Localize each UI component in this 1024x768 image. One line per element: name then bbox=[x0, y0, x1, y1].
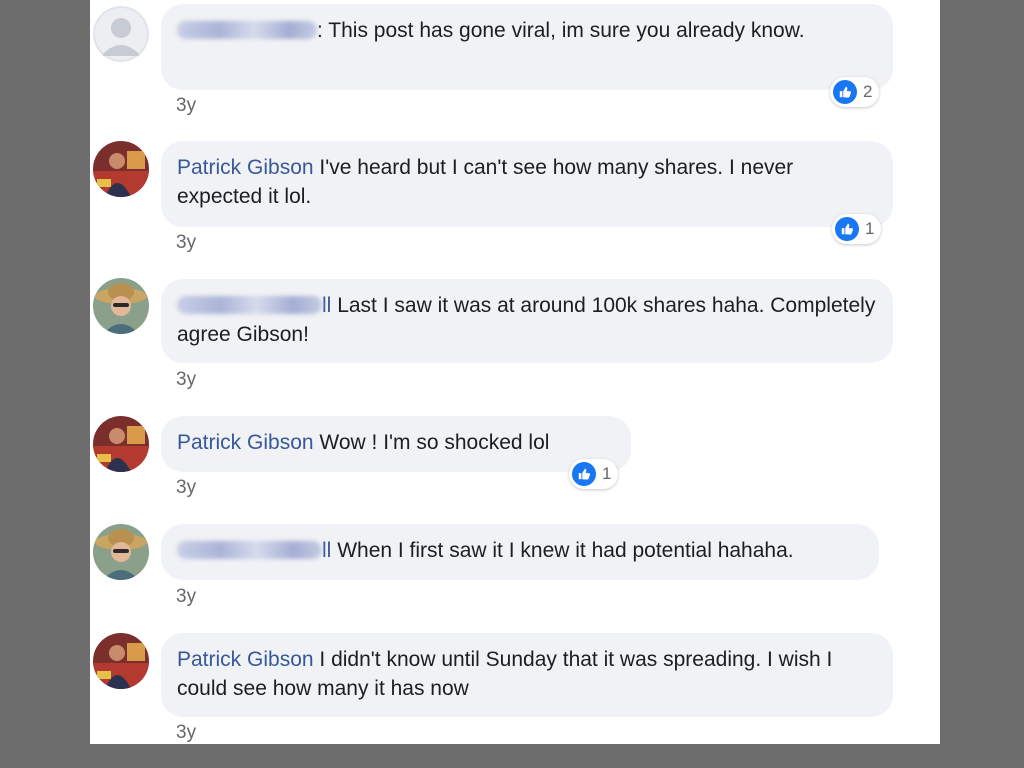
avatar[interactable] bbox=[93, 416, 149, 472]
comment-time[interactable]: 3y bbox=[176, 586, 196, 608]
reaction-count: 1 bbox=[602, 464, 612, 483]
avatar[interactable] bbox=[93, 633, 149, 689]
patrick-avatar-icon bbox=[93, 633, 149, 689]
comment-bubble: Patrick Gibson I've heard but I can't se… bbox=[161, 141, 893, 227]
comment-bubble: Patrick Gibson Wow ! I'm so shocked lol bbox=[161, 416, 631, 472]
avatar[interactable] bbox=[93, 278, 149, 334]
comment-time[interactable]: 3y bbox=[176, 722, 196, 744]
reaction-count: 1 bbox=[865, 219, 875, 238]
comment-author-blurred[interactable] bbox=[177, 541, 322, 559]
like-icon bbox=[572, 462, 596, 486]
default-avatar-icon bbox=[93, 6, 149, 62]
comment-author-blurred[interactable] bbox=[177, 296, 322, 314]
comment-author[interactable]: Patrick Gibson bbox=[177, 648, 314, 671]
comments-panel: : This post has gone viral, im sure you … bbox=[90, 0, 940, 744]
comment-author-tail[interactable]: ll bbox=[322, 294, 331, 317]
reaction-badge[interactable]: 1 bbox=[832, 214, 882, 244]
comment-bubble: : This post has gone viral, im sure you … bbox=[161, 4, 893, 90]
comment-text: Wow ! I'm so shocked lol bbox=[319, 431, 550, 454]
comment-author[interactable]: Patrick Gibson bbox=[177, 156, 314, 179]
reaction-badge[interactable]: 1 bbox=[569, 459, 619, 489]
patrick-avatar-icon bbox=[93, 141, 149, 197]
comment-time[interactable]: 3y bbox=[176, 477, 196, 499]
hat-avatar-icon bbox=[93, 524, 149, 580]
like-icon bbox=[833, 80, 857, 104]
comment-bubble: ll When I first saw it I knew it had pot… bbox=[161, 524, 879, 580]
comment-text: When I first saw it I knew it had potent… bbox=[337, 539, 794, 562]
comment-author-tail[interactable]: ll bbox=[322, 539, 331, 562]
comment-time[interactable]: 3y bbox=[176, 232, 196, 254]
reaction-badge[interactable]: 2 bbox=[830, 77, 880, 107]
comment-author[interactable]: Patrick Gibson bbox=[177, 431, 314, 454]
comment-time[interactable]: 3y bbox=[176, 369, 196, 391]
avatar[interactable] bbox=[93, 141, 149, 197]
avatar[interactable] bbox=[93, 524, 149, 580]
like-icon bbox=[835, 217, 859, 241]
patrick-avatar-icon bbox=[93, 416, 149, 472]
comment-time[interactable]: 3y bbox=[176, 95, 196, 117]
hat-avatar-icon bbox=[93, 278, 149, 334]
comment-bubble: ll Last I saw it was at around 100k shar… bbox=[161, 279, 893, 363]
avatar[interactable] bbox=[93, 6, 149, 62]
reaction-count: 2 bbox=[863, 82, 873, 101]
comment-bubble: Patrick Gibson I didn't know until Sunda… bbox=[161, 633, 893, 717]
comment-author-blurred[interactable] bbox=[177, 21, 317, 39]
comment-text: This post has gone viral, im sure you al… bbox=[328, 19, 805, 42]
